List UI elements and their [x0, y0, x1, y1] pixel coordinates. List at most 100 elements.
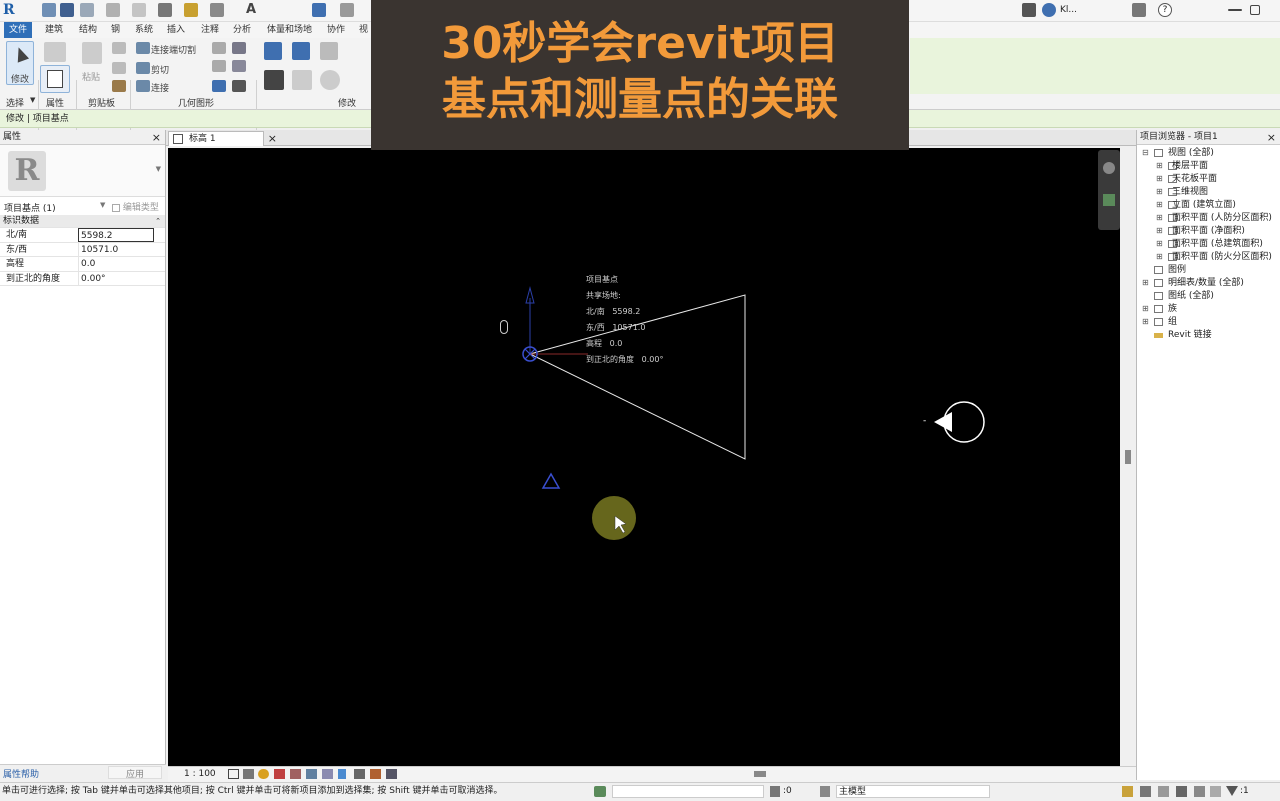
tab-steel[interactable]: 钢: [106, 22, 125, 38]
tree-item[interactable]: 楼层平面: [1172, 160, 1208, 172]
reveal-hidden-icon[interactable]: [338, 769, 346, 779]
offset-icon[interactable]: [292, 42, 310, 60]
select-underlay-icon[interactable]: [1140, 786, 1151, 797]
cut-geometry-icon[interactable]: [136, 62, 150, 74]
close-icon[interactable]: ×: [268, 132, 277, 146]
save-icon[interactable]: [60, 3, 74, 17]
tree-item[interactable]: 图例: [1168, 264, 1186, 276]
cut-label[interactable]: 剪切: [151, 63, 169, 76]
tree-item[interactable]: 天花板平面: [1172, 173, 1217, 185]
type-properties-icon[interactable]: [44, 42, 66, 62]
analytical-icon[interactable]: [370, 769, 381, 779]
join-label[interactable]: 连接: [151, 81, 169, 94]
tab-analyze[interactable]: 分析: [228, 22, 256, 38]
user-name[interactable]: Kl...: [1060, 5, 1077, 15]
instance-selector[interactable]: 项目基点 (1) ▼ 编辑类型: [0, 199, 165, 215]
tree-toggle-icon[interactable]: ⊞: [1156, 161, 1163, 170]
tree-item[interactable]: 明细表/数量 (全部): [1168, 277, 1244, 289]
user-icon[interactable]: [1042, 3, 1056, 17]
chevron-down-icon[interactable]: ▼: [156, 165, 161, 173]
tree-toggle-icon[interactable]: ⊞: [1142, 278, 1149, 287]
drawing-canvas[interactable]: - - 项目基点 共享场地: 北/南 5598.2 东/西 10571.0 高程…: [168, 148, 1120, 766]
join-cut-label[interactable]: 连接端切割: [151, 43, 196, 56]
tree-item[interactable]: 三维视图: [1172, 186, 1208, 198]
annotation-icon[interactable]: [210, 3, 224, 17]
tab-massing-site[interactable]: 体量和场地: [262, 22, 317, 38]
select-pinned-icon[interactable]: [1158, 786, 1169, 797]
steering-wheel-icon[interactable]: [1103, 162, 1115, 174]
property-value[interactable]: 10571.0: [78, 242, 154, 257]
sun-path-icon[interactable]: [258, 769, 269, 779]
tree-item[interactable]: 面积平面 (人防分区面积): [1172, 212, 1272, 224]
tab-insert[interactable]: 插入: [162, 22, 190, 38]
collapse-icon[interactable]: ⌃: [155, 215, 161, 227]
tab-systems[interactable]: 系统: [130, 22, 158, 38]
close-icon[interactable]: ×: [152, 130, 161, 145]
constraints-icon[interactable]: [354, 769, 365, 779]
tab-level-1[interactable]: 标高 1 ×: [168, 131, 277, 146]
elevation-arrow-icon[interactable]: [934, 412, 952, 432]
design-options-icon[interactable]: [820, 786, 830, 797]
rotate-icon[interactable]: [320, 70, 340, 90]
tab-architecture[interactable]: 建筑: [40, 22, 68, 38]
tab-structure[interactable]: 结构: [74, 22, 102, 38]
paint-icon[interactable]: [232, 60, 246, 72]
crop-view-icon[interactable]: [290, 769, 301, 779]
tree-item[interactable]: Revit 链接: [1168, 329, 1212, 341]
tree-toggle-icon[interactable]: ⊞: [1156, 239, 1163, 248]
redo-icon[interactable]: [132, 3, 146, 17]
thin-lines-icon[interactable]: [312, 3, 326, 17]
hammer-icon[interactable]: [232, 80, 246, 92]
tree-toggle-icon[interactable]: ⊞: [1142, 317, 1149, 326]
property-value[interactable]: 0.00°: [78, 271, 154, 286]
split-face-icon[interactable]: [212, 60, 226, 72]
move-icon[interactable]: [264, 70, 284, 90]
select-links-icon[interactable]: [1122, 786, 1133, 797]
sync-icon[interactable]: [80, 3, 94, 17]
horizontal-scroll-thumb[interactable]: [754, 771, 766, 777]
cut-scissors-icon[interactable]: [112, 42, 126, 54]
editing-requests-icon[interactable]: [770, 786, 780, 797]
mirror-axis-icon[interactable]: [320, 42, 338, 60]
paste-icon[interactable]: [82, 42, 102, 64]
zoom-icon[interactable]: [1103, 194, 1115, 206]
panel-label-select[interactable]: 选择: [6, 96, 24, 109]
scroll-thumb[interactable]: [1125, 450, 1131, 464]
tree-toggle-icon[interactable]: ⊟: [1142, 148, 1149, 157]
survey-point-icon[interactable]: [541, 472, 561, 489]
background-process-icon[interactable]: [1210, 786, 1221, 797]
temp-hide-icon[interactable]: [322, 769, 333, 779]
tree-toggle-icon[interactable]: ⊞: [1156, 252, 1163, 261]
workset-dropdown[interactable]: [612, 785, 764, 798]
property-group-header[interactable]: 标识数据 ⌃: [0, 215, 165, 228]
tab-collaborate[interactable]: 协作: [322, 22, 350, 38]
highlight-icon[interactable]: [386, 769, 397, 779]
tree-item[interactable]: 面积平面 (防火分区面积): [1172, 251, 1272, 263]
measure-icon[interactable]: [184, 3, 198, 17]
scale-value[interactable]: 1 : 100: [184, 769, 216, 779]
restore-icon[interactable]: [1250, 5, 1260, 15]
text-a-icon[interactable]: A: [246, 3, 260, 17]
edit-type-button[interactable]: 编辑类型: [112, 200, 159, 213]
copy-icon[interactable]: [112, 62, 126, 74]
undo-icon[interactable]: [106, 3, 120, 17]
apply-button[interactable]: 应用: [108, 766, 162, 780]
property-value[interactable]: 0.0: [78, 257, 154, 271]
show-crop-icon[interactable]: [306, 769, 317, 779]
minimize-icon[interactable]: [1228, 9, 1242, 11]
join-geometry-icon[interactable]: [136, 80, 150, 92]
property-value-input[interactable]: 5598.2: [78, 228, 154, 242]
join-cut-icon[interactable]: [136, 42, 150, 54]
tree-item[interactable]: 立面 (建筑立面): [1172, 199, 1236, 211]
worksets-icon[interactable]: [594, 786, 606, 797]
tree-toggle-icon[interactable]: ⊞: [1156, 226, 1163, 235]
tree-toggle-icon[interactable]: ⊞: [1142, 304, 1149, 313]
tree-item[interactable]: 图纸 (全部): [1168, 290, 1214, 302]
binoculars-icon[interactable]: [1022, 3, 1036, 17]
tree-item[interactable]: 组: [1168, 316, 1177, 328]
tree-toggle-icon[interactable]: ⊞: [1156, 213, 1163, 222]
tree-item[interactable]: 面积平面 (总建筑面积): [1172, 238, 1263, 250]
tab-annotate[interactable]: 注释: [196, 22, 224, 38]
open-icon[interactable]: [42, 3, 56, 17]
tree-item[interactable]: 族: [1168, 303, 1177, 315]
